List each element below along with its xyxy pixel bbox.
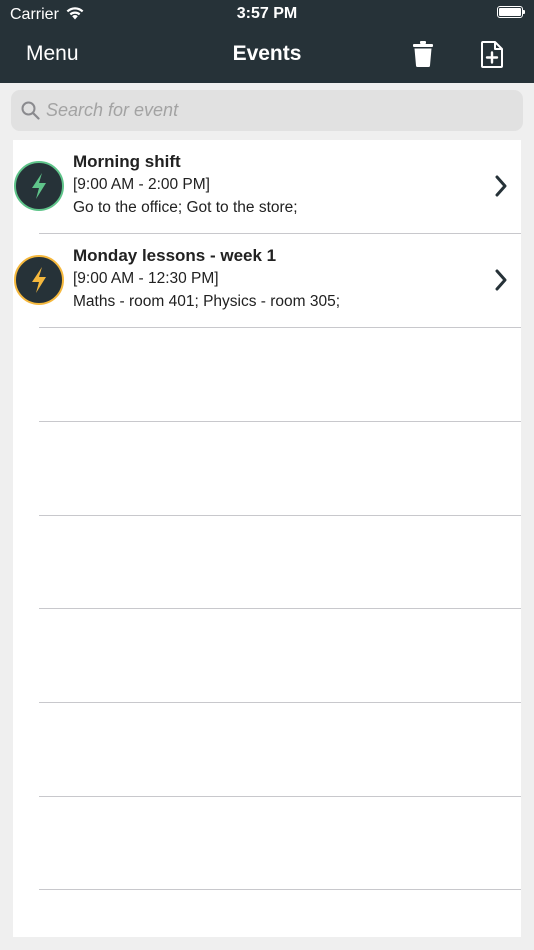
lightning-icon: [32, 173, 46, 199]
event-title: Morning shift: [73, 152, 181, 171]
nav-bar: Menu Events: [0, 28, 534, 83]
event-description: Maths - room 401; Physics - room 305;: [73, 293, 341, 310]
status-bar: Carrier 3:57 PM: [0, 0, 534, 28]
event-row-morning-shift[interactable]: Morning shift [9:00 AM - 2:00 PM] Go to …: [13, 140, 521, 234]
add-document-icon[interactable]: [477, 39, 507, 69]
events-list: Morning shift [9:00 AM - 2:00 PM] Go to …: [13, 140, 521, 937]
lightning-icon: [32, 267, 46, 293]
row-divider: [39, 327, 521, 328]
trash-icon[interactable]: [408, 39, 438, 69]
battery-icon: [497, 6, 525, 18]
event-time: [9:00 AM - 2:00 PM]: [73, 176, 210, 193]
row-divider: [39, 421, 521, 422]
row-divider: [39, 889, 521, 890]
row-divider: [39, 702, 521, 703]
event-status-icon: [14, 255, 64, 305]
row-divider: [39, 796, 521, 797]
event-row-monday-lessons[interactable]: Monday lessons - week 1 [9:00 AM - 12:30…: [13, 234, 521, 328]
row-divider: [39, 515, 521, 516]
status-time: 3:57 PM: [236, 5, 298, 22]
event-description: Go to the office; Got to the store;: [73, 199, 298, 216]
event-status-icon: [14, 161, 64, 211]
search-bar: [11, 90, 523, 131]
chevron-right-icon: [491, 268, 511, 292]
menu-button[interactable]: Menu: [26, 42, 79, 66]
row-divider: [39, 608, 521, 609]
chevron-right-icon: [491, 174, 511, 198]
search-icon: [20, 101, 40, 121]
event-title: Monday lessons - week 1: [73, 246, 277, 265]
event-time: [9:00 AM - 12:30 PM]: [73, 270, 219, 287]
page-title: Events: [232, 42, 302, 65]
search-input[interactable]: [46, 100, 486, 121]
